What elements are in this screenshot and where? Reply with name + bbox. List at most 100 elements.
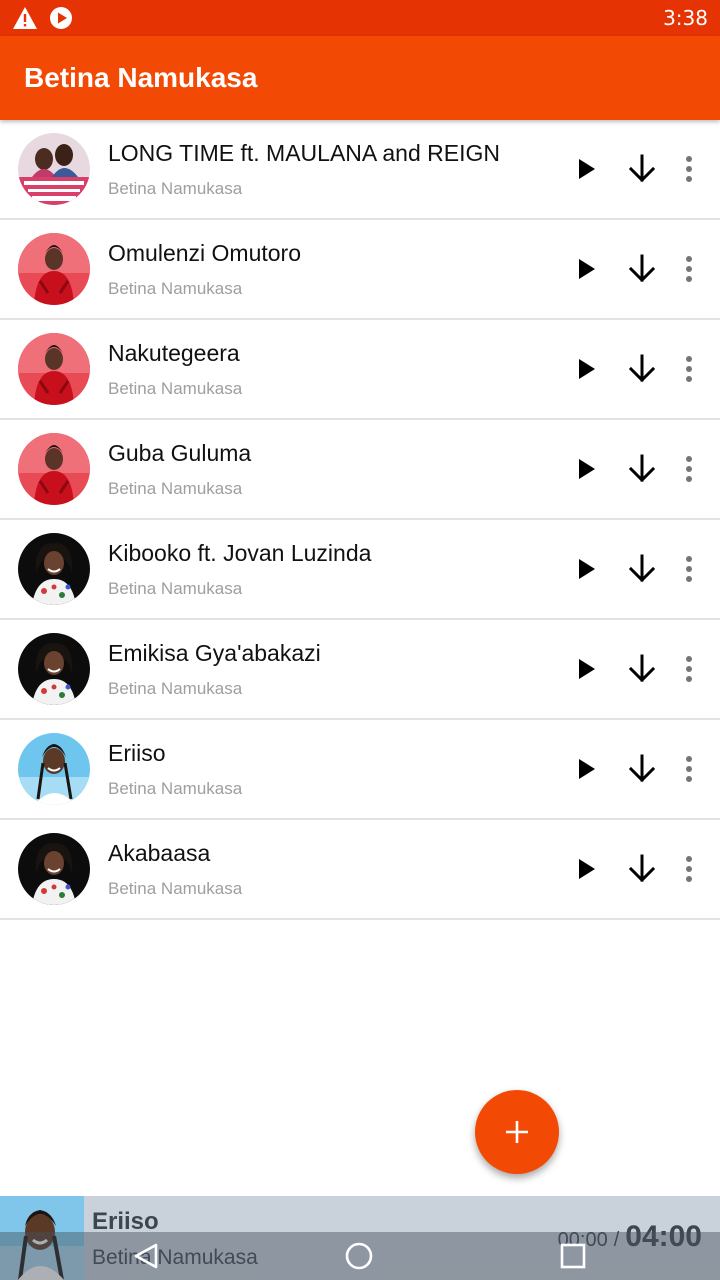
more-options-button[interactable] xyxy=(672,545,706,593)
download-arrow-icon xyxy=(628,454,656,483)
more-vert-icon xyxy=(686,856,692,882)
play-button[interactable] xyxy=(562,645,610,693)
row-actions xyxy=(562,445,706,493)
song-artist: Betina Namukasa xyxy=(108,378,243,398)
play-icon xyxy=(579,159,595,179)
song-text: Emikisa Gya'abakazi Betina Namukasa xyxy=(108,640,562,699)
more-options-button[interactable] xyxy=(672,645,706,693)
more-vert-icon xyxy=(686,656,692,682)
download-arrow-icon xyxy=(628,254,656,283)
download-button[interactable] xyxy=(618,445,666,493)
download-arrow-icon xyxy=(628,754,656,783)
recents-button[interactable] xyxy=(557,1240,589,1272)
download-button[interactable] xyxy=(618,745,666,793)
song-artist: Betina Namukasa xyxy=(108,878,243,898)
song-row-1[interactable]: LONG TIME ft. MAULANA and REIGN Betina N… xyxy=(0,120,720,220)
row-actions xyxy=(562,545,706,593)
play-icon xyxy=(579,659,595,679)
song-text: Guba Guluma Betina Namukasa xyxy=(108,440,562,499)
download-button[interactable] xyxy=(618,845,666,893)
more-vert-icon xyxy=(686,156,692,182)
song-title: Guba Guluma xyxy=(108,439,252,466)
add-button[interactable] xyxy=(475,1090,559,1174)
page-title: Betina Namukasa xyxy=(24,62,258,93)
download-arrow-icon xyxy=(628,654,656,683)
song-artist: Betina Namukasa xyxy=(108,178,243,198)
more-options-button[interactable] xyxy=(672,445,706,493)
more-vert-icon xyxy=(686,756,692,782)
play-button[interactable] xyxy=(562,445,610,493)
more-vert-icon xyxy=(686,556,692,582)
download-button[interactable] xyxy=(618,645,666,693)
song-title: Eriiso xyxy=(108,739,166,766)
row-actions xyxy=(562,645,706,693)
album-art xyxy=(18,333,90,405)
download-button[interactable] xyxy=(618,345,666,393)
more-vert-icon xyxy=(686,256,692,282)
song-row-8[interactable]: Akabaasa Betina Namukasa xyxy=(0,820,720,920)
play-icon xyxy=(579,859,595,879)
play-button[interactable] xyxy=(562,845,610,893)
more-options-button[interactable] xyxy=(672,345,706,393)
song-row-4[interactable]: Guba Guluma Betina Namukasa xyxy=(0,420,720,520)
song-row-5[interactable]: Kibooko ft. Jovan Luzinda Betina Namukas… xyxy=(0,520,720,620)
song-title: Akabaasa xyxy=(108,839,211,866)
download-arrow-icon xyxy=(628,154,656,183)
song-text: Kibooko ft. Jovan Luzinda Betina Namukas… xyxy=(108,540,562,599)
row-actions xyxy=(562,745,706,793)
song-row-2[interactable]: Omulenzi Omutoro Betina Namukasa xyxy=(0,220,720,320)
album-art xyxy=(18,433,90,505)
song-artist: Betina Namukasa xyxy=(108,478,243,498)
song-artist: Betina Namukasa xyxy=(108,278,243,298)
play-button[interactable] xyxy=(562,545,610,593)
plus-icon xyxy=(506,1121,528,1143)
song-title: LONG TIME ft. MAULANA and REIGN xyxy=(108,139,500,166)
download-arrow-icon xyxy=(628,554,656,583)
song-artist: Betina Namukasa xyxy=(108,778,243,798)
status-time: 3:38 xyxy=(663,6,708,30)
song-title: Emikisa Gya'abakazi xyxy=(108,639,321,666)
play-button[interactable] xyxy=(562,245,610,293)
song-list: LONG TIME ft. MAULANA and REIGN Betina N… xyxy=(0,120,720,920)
song-text: Nakutegeera Betina Namukasa xyxy=(108,340,562,399)
download-arrow-icon xyxy=(628,854,656,883)
song-text: LONG TIME ft. MAULANA and REIGN Betina N… xyxy=(108,140,562,199)
more-options-button[interactable] xyxy=(672,745,706,793)
song-row-6[interactable]: Emikisa Gya'abakazi Betina Namukasa xyxy=(0,620,720,720)
song-text: Akabaasa Betina Namukasa xyxy=(108,840,562,899)
play-button[interactable] xyxy=(562,745,610,793)
play-icon xyxy=(579,559,595,579)
recents-icon xyxy=(560,1243,586,1269)
play-button[interactable] xyxy=(562,345,610,393)
more-vert-icon xyxy=(686,456,692,482)
download-button[interactable] xyxy=(618,145,666,193)
row-actions xyxy=(562,145,706,193)
download-button[interactable] xyxy=(618,545,666,593)
album-art xyxy=(18,733,90,805)
song-artist: Betina Namukasa xyxy=(108,678,243,698)
play-circle-icon xyxy=(48,5,74,31)
album-art xyxy=(18,833,90,905)
more-options-button[interactable] xyxy=(672,145,706,193)
album-art xyxy=(18,233,90,305)
back-button[interactable] xyxy=(130,1240,162,1272)
song-row-3[interactable]: Nakutegeera Betina Namukasa xyxy=(0,320,720,420)
row-actions xyxy=(562,845,706,893)
home-button[interactable] xyxy=(343,1240,375,1272)
album-art xyxy=(18,133,90,205)
download-button[interactable] xyxy=(618,245,666,293)
system-nav-bar xyxy=(0,1232,720,1280)
album-art xyxy=(18,633,90,705)
more-options-button[interactable] xyxy=(672,245,706,293)
row-actions xyxy=(562,345,706,393)
more-options-button[interactable] xyxy=(672,845,706,893)
album-art xyxy=(18,533,90,605)
song-row-7[interactable]: Eriiso Betina Namukasa xyxy=(0,720,720,820)
song-title: Kibooko ft. Jovan Luzinda xyxy=(108,539,372,566)
download-arrow-icon xyxy=(628,354,656,383)
play-button[interactable] xyxy=(562,145,610,193)
status-bar: 3:38 xyxy=(0,0,720,36)
play-icon xyxy=(579,759,595,779)
song-title: Nakutegeera xyxy=(108,339,240,366)
warning-icon xyxy=(12,5,38,31)
